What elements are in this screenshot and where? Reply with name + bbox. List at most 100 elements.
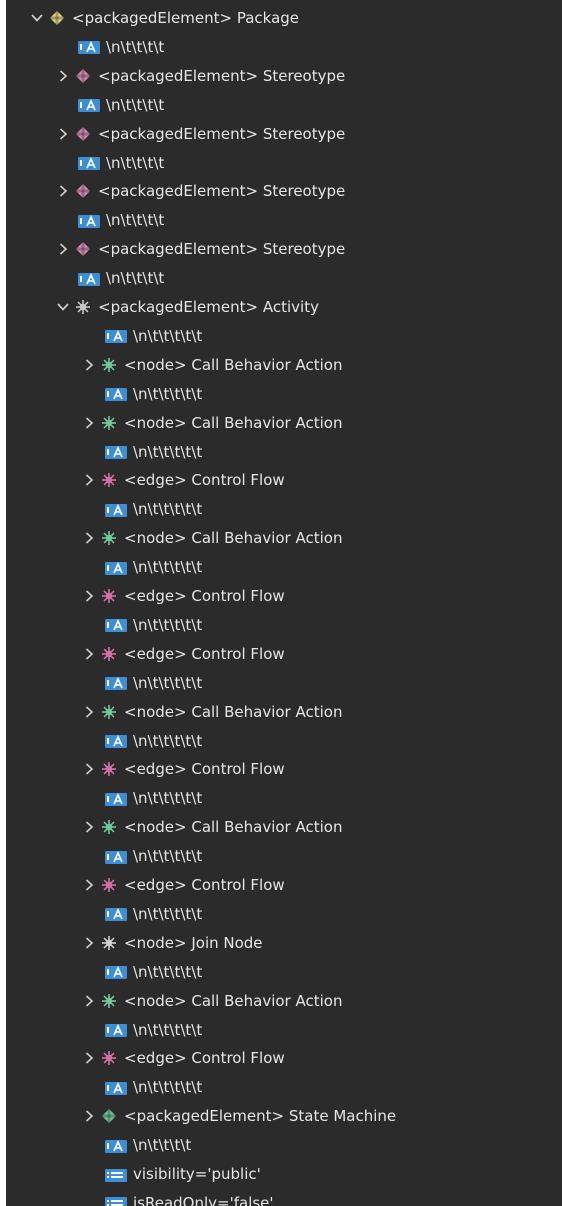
tree-row[interactable]: <packagedElement> Stereotype — [56, 238, 345, 260]
tree-row-label: visibility='public' — [133, 1165, 261, 1183]
tree-row-label: <node> Join Node — [124, 933, 263, 952]
chevron-right-icon[interactable] — [82, 936, 96, 950]
tree-row[interactable]: <node> Call Behavior Action — [82, 816, 342, 838]
tree-row[interactable]: \n\t\t\t\t\t — [105, 845, 202, 867]
tree-row-label: \n\t\t\t\t\t — [133, 962, 203, 981]
chevron-right-icon[interactable] — [82, 878, 96, 892]
chevron-right-icon[interactable] — [82, 531, 96, 545]
tree-row[interactable]: <node> Call Behavior Action — [82, 412, 342, 434]
edge-icon — [102, 646, 116, 661]
edge-icon — [102, 473, 116, 488]
tree-row-label: \n\t\t\t\t — [106, 95, 165, 114]
tree-row[interactable]: <node> Join Node — [82, 932, 263, 954]
chevron-right-icon[interactable] — [82, 358, 96, 372]
tree-row[interactable]: \n\t\t\t\t\t — [105, 730, 202, 752]
chevron-right-icon[interactable] — [82, 762, 96, 776]
tree-row[interactable]: <packagedElement> Stereotype — [56, 180, 345, 202]
chevron-right-icon[interactable] — [56, 69, 70, 83]
tree-row[interactable]: \n\t\t\t\t\t — [105, 383, 202, 405]
tree-row[interactable]: <edge> Control Flow — [82, 1047, 285, 1069]
edge-icon — [102, 878, 116, 892]
tree-row[interactable]: \n\t\t\t\t\t — [105, 556, 202, 578]
text-node-icon — [105, 561, 127, 575]
tree-row[interactable]: <edge> Control Flow — [82, 585, 285, 607]
stereotype-icon — [76, 126, 90, 141]
tree-row[interactable]: \n\t\t\t\t\t — [105, 614, 202, 636]
tree-row[interactable]: \n\t\t\t\t — [105, 1134, 191, 1156]
tree-row-label: \n\t\t\t\t\t — [133, 1078, 203, 1097]
tree-row[interactable]: <packagedElement> Package — [30, 7, 299, 29]
text-node-icon — [105, 387, 127, 402]
tree-row[interactable]: visibility='public' — [105, 1163, 261, 1185]
tree-row[interactable]: \n\t\t\t\t — [78, 36, 164, 58]
tree-row[interactable]: <node> Call Behavior Action — [82, 354, 342, 376]
tree-row[interactable]: \n\t\t\t\t\t — [105, 787, 202, 809]
text-node-icon — [105, 676, 127, 691]
chevron-right-icon[interactable] — [82, 647, 96, 661]
stereotype-icon — [76, 242, 90, 257]
text-node-icon — [105, 907, 127, 922]
tree-row[interactable]: \n\t\t\t\t\t — [105, 961, 202, 983]
chevron-right-icon[interactable] — [56, 184, 70, 198]
tree-row-label: \n\t\t\t\t\t — [133, 1020, 203, 1039]
chevron-right-icon[interactable] — [82, 820, 96, 834]
tree-row[interactable]: <packagedElement> Stereotype — [56, 123, 345, 145]
tree-row[interactable]: \n\t\t\t\t — [78, 267, 164, 289]
text-node-icon — [105, 850, 127, 864]
text-node-icon — [78, 272, 100, 286]
chevron-right-icon[interactable] — [56, 242, 70, 256]
text-node-icon — [105, 792, 127, 806]
tree-row-label: <packagedElement> Stereotype — [98, 240, 346, 259]
tree-row[interactable]: \n\t\t\t\t\t — [105, 672, 202, 694]
chevron-right-icon[interactable] — [82, 473, 96, 487]
tree-row[interactable]: isReadOnly='false' — [105, 1192, 274, 1206]
chevron-right-icon[interactable] — [82, 1051, 96, 1065]
tree-row[interactable]: \n\t\t\t\t\t — [105, 498, 202, 520]
tree-row[interactable]: <node> Call Behavior Action — [82, 701, 342, 723]
text-node-icon — [105, 734, 127, 748]
tree-row[interactable]: <packagedElement> State Machine — [82, 1105, 396, 1127]
tree-row[interactable]: <packagedElement> Stereotype — [56, 65, 345, 87]
text-node-icon — [105, 1023, 127, 1037]
xml-tree-view[interactable]: <packagedElement> Package \n\t\t\t\t <pack… — [6, 0, 562, 1206]
chevron-down-icon[interactable] — [30, 11, 44, 25]
node-icon — [102, 993, 116, 1008]
tree-row[interactable]: <packagedElement> Activity — [56, 296, 319, 318]
text-node-icon — [78, 40, 100, 55]
tree-row[interactable]: <edge> Control Flow — [82, 758, 285, 780]
tree-row[interactable]: \n\t\t\t\t\t — [105, 441, 202, 463]
chevron-right-icon[interactable] — [56, 127, 70, 141]
chevron-right-icon[interactable] — [82, 1109, 96, 1123]
tree-row[interactable]: <node> Call Behavior Action — [82, 990, 342, 1012]
tree-row-label: <edge> Control Flow — [124, 471, 285, 490]
text-node-icon — [78, 156, 100, 170]
tree-row[interactable]: <edge> Control Flow — [82, 643, 285, 665]
tree-row-label: <packagedElement> Stereotype — [98, 124, 346, 143]
chevron-down-icon[interactable] — [56, 300, 70, 314]
tree-row-label: <edge> Control Flow — [124, 644, 285, 663]
tree-row[interactable]: <node> Call Behavior Action — [82, 527, 342, 549]
tree-row[interactable]: \n\t\t\t\t\t — [105, 325, 202, 347]
chevron-right-icon[interactable] — [82, 705, 96, 719]
tree-row-label: <packagedElement> Package — [72, 9, 300, 27]
tree-row[interactable]: <edge> Control Flow — [82, 469, 285, 491]
tree-row-label: <packagedElement> Activity — [98, 298, 319, 316]
chevron-right-icon[interactable] — [82, 589, 96, 603]
node-icon — [102, 704, 116, 719]
chevron-right-icon[interactable] — [82, 994, 96, 1008]
tree-row[interactable]: <edge> Control Flow — [82, 874, 285, 896]
text-node-icon — [78, 98, 100, 113]
tree-row[interactable]: \n\t\t\t\t — [78, 94, 164, 116]
node-icon — [102, 415, 116, 430]
tree-row[interactable]: \n\t\t\t\t — [78, 209, 164, 231]
tree-row-label: <edge> Control Flow — [124, 1049, 285, 1068]
node-icon — [102, 531, 116, 546]
edge-icon — [102, 589, 116, 603]
tree-row[interactable]: \n\t\t\t\t\t — [105, 1019, 202, 1041]
tree-row[interactable]: \n\t\t\t\t — [78, 152, 164, 174]
tree-row-label: \n\t\t\t\t — [133, 1136, 192, 1155]
tree-row[interactable]: \n\t\t\t\t\t — [105, 1076, 202, 1098]
chevron-right-icon[interactable] — [82, 416, 96, 430]
tree-row-label: \n\t\t\t\t — [106, 153, 165, 172]
tree-row[interactable]: \n\t\t\t\t\t — [105, 903, 202, 925]
